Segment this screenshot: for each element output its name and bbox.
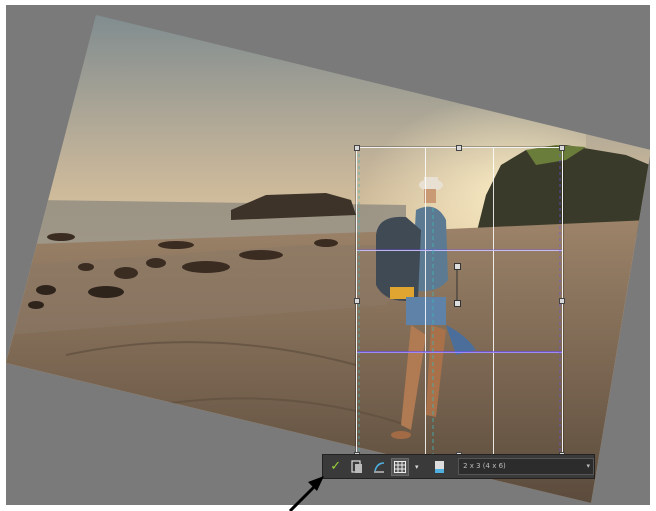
aspect-ratio-icon [435,460,445,473]
grid-icon [394,460,407,473]
crop-handle-right[interactable] [559,298,565,304]
crop-handle-top-right[interactable] [559,145,565,151]
crop-toolbar: ✓ ▾ 2 x 3 (4 x 6) ▾ [322,454,595,479]
apply-button[interactable]: ✓ [327,458,344,476]
rotation-handle-bottom[interactable] [454,300,461,307]
grid-dropdown-icon: ▾ [414,462,419,471]
crop-handle-left[interactable] [354,298,360,304]
crop-size-icon [351,459,363,473]
aspect-ratio-button[interactable] [431,458,448,476]
rotation-handle-top[interactable] [454,263,461,270]
chevron-down-icon: ▾ [586,462,590,470]
check-icon: ✓ [330,459,342,474]
crop-size-button[interactable] [348,458,365,476]
grid-button[interactable] [391,457,409,476]
crop-handle-top-left[interactable] [354,145,360,151]
crop-preset-value: 2 x 3 (4 x 6) [463,462,506,470]
rotate-button[interactable] [370,458,387,476]
crop-preset-select[interactable]: 2 x 3 (4 x 6) ▾ [458,458,594,475]
grid-options-button[interactable]: ▾ [413,458,421,476]
rotate-icon [373,461,384,473]
crop-rectangle[interactable] [354,145,565,458]
crop-handle-top[interactable] [456,145,462,151]
editor-workspace: ✓ ▾ 2 x 3 (4 x 6) ▾ [6,5,650,505]
